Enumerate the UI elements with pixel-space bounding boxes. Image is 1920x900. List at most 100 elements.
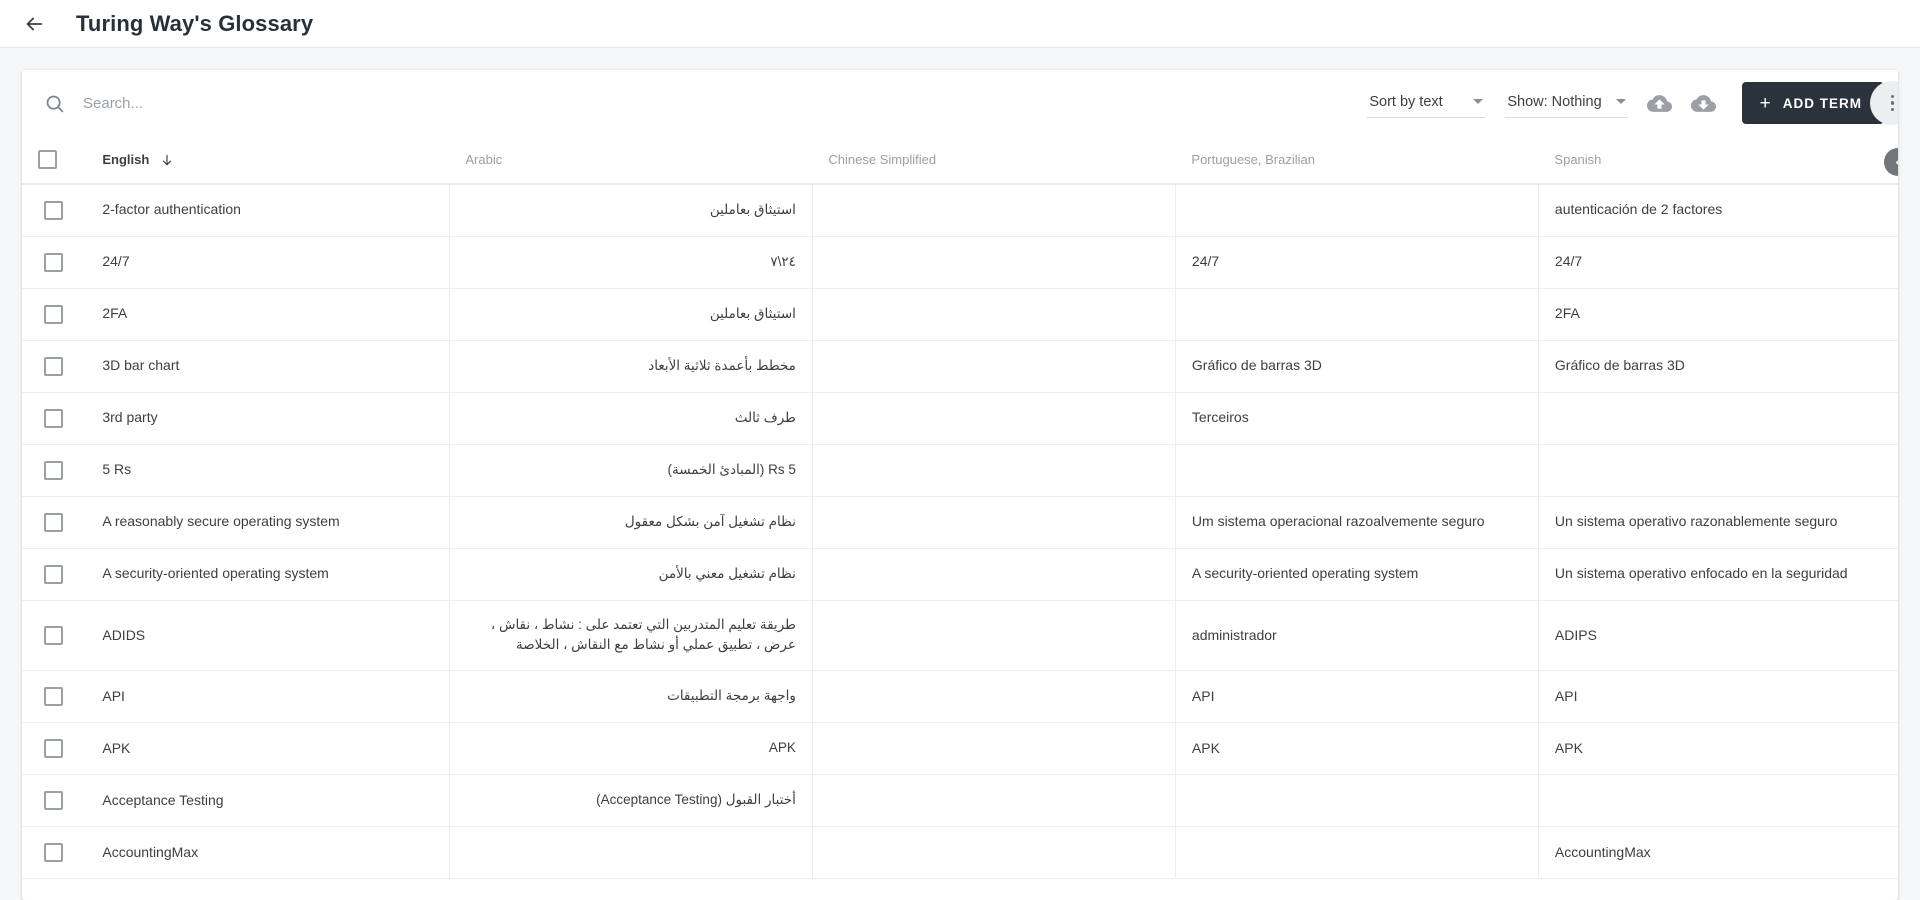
cell-portuguese[interactable] bbox=[1175, 826, 1539, 880]
search-box[interactable] bbox=[44, 93, 1358, 114]
table-row[interactable]: AccountingMax AccountingMax bbox=[22, 826, 1898, 880]
cell-arabic[interactable] bbox=[449, 826, 813, 880]
cell-arabic[interactable]: نظام تشغيل معني بالأمن bbox=[449, 548, 813, 601]
cell-chinese[interactable] bbox=[812, 548, 1176, 601]
column-header-arabic[interactable]: Arabic bbox=[449, 136, 813, 185]
row-checkbox[interactable] bbox=[44, 739, 63, 759]
cell-arabic[interactable]: APK bbox=[449, 722, 813, 776]
table-row[interactable]: 2FA استيثاق بعاملين 2FA bbox=[22, 288, 1898, 341]
table-row[interactable]: ADIDS طريقة تعليم المتدربين التي تعتمد عل… bbox=[22, 600, 1898, 672]
cell-spanish[interactable]: APK bbox=[1538, 722, 1898, 776]
cell-portuguese[interactable]: Gráfico de barras 3D bbox=[1175, 340, 1539, 393]
table-row[interactable]: APK APK APK APK bbox=[22, 722, 1898, 776]
cell-english[interactable]: 3D bar chart bbox=[86, 340, 450, 393]
cell-spanish[interactable]: autenticación de 2 factores bbox=[1538, 184, 1898, 237]
cell-spanish[interactable] bbox=[1538, 444, 1898, 497]
table-row[interactable]: A security-oriented operating system نظام… bbox=[22, 548, 1898, 601]
cell-portuguese[interactable] bbox=[1175, 444, 1539, 497]
cell-spanish[interactable] bbox=[1538, 774, 1898, 828]
cell-spanish[interactable]: 2FA bbox=[1538, 288, 1898, 341]
cell-arabic[interactable]: طرف ثالث bbox=[449, 392, 813, 445]
row-checkbox[interactable] bbox=[44, 460, 63, 480]
cell-portuguese[interactable]: A security-oriented operating system bbox=[1175, 548, 1539, 601]
cell-spanish[interactable] bbox=[1538, 392, 1898, 445]
cell-english[interactable]: ADIDS bbox=[86, 600, 450, 672]
cell-english[interactable]: A reasonably secure operating system bbox=[86, 496, 450, 549]
cell-chinese[interactable] bbox=[812, 826, 1176, 880]
cell-portuguese[interactable]: API bbox=[1175, 670, 1539, 724]
search-input[interactable] bbox=[83, 94, 1358, 112]
cell-english[interactable]: 24/7 bbox=[86, 236, 450, 289]
cell-chinese[interactable] bbox=[812, 670, 1176, 724]
cell-spanish[interactable]: ADIPS bbox=[1538, 600, 1898, 672]
row-checkbox[interactable] bbox=[44, 564, 63, 584]
cell-english[interactable]: Acceptance Testing bbox=[86, 774, 450, 828]
cell-portuguese[interactable] bbox=[1175, 184, 1539, 237]
cell-english[interactable]: 2FA bbox=[86, 288, 450, 341]
cell-english[interactable]: 5 Rs bbox=[86, 444, 450, 497]
cell-chinese[interactable] bbox=[812, 340, 1176, 393]
table-row[interactable]: A reasonably secure operating system نظام… bbox=[22, 496, 1898, 549]
cell-chinese[interactable] bbox=[812, 496, 1176, 549]
row-checkbox[interactable] bbox=[44, 356, 63, 376]
table-row[interactable]: 3rd party طرف ثالث Terceiros bbox=[22, 392, 1898, 445]
sort-by-select[interactable]: Sort by text bbox=[1367, 89, 1486, 118]
row-checkbox[interactable] bbox=[44, 408, 63, 428]
cell-arabic[interactable]: استيثاق بعاملين bbox=[449, 288, 813, 341]
cell-portuguese[interactable]: administrador bbox=[1175, 600, 1539, 672]
cell-spanish[interactable]: Un sistema operativo enfocado en la segu… bbox=[1538, 548, 1898, 601]
table-row[interactable]: API واجهة برمجة التطبيقات API API bbox=[22, 670, 1898, 724]
cell-arabic[interactable]: استيثاق بعاملين bbox=[449, 184, 813, 237]
row-checkbox[interactable] bbox=[44, 687, 63, 707]
cell-arabic[interactable]: نظام تشغيل آمن بشكل معقول bbox=[449, 496, 813, 549]
cell-arabic[interactable]: واجهة برمجة التطبيقات bbox=[449, 670, 813, 724]
cell-arabic[interactable]: أختبار القبول (Acceptance Testing) bbox=[449, 774, 813, 828]
row-checkbox[interactable] bbox=[44, 200, 63, 220]
cell-chinese[interactable] bbox=[812, 392, 1176, 445]
table-scroll-region[interactable]: English Arabic Chinese Simplified Portug… bbox=[22, 136, 1898, 900]
row-checkbox[interactable] bbox=[44, 625, 63, 645]
table-row[interactable]: 5 Rs 5 Rs (المبادئ الخمسة) bbox=[22, 444, 1898, 497]
cell-arabic[interactable]: طريقة تعليم المتدربين التي تعتمد على : ن… bbox=[449, 600, 813, 672]
row-checkbox[interactable] bbox=[44, 843, 63, 863]
add-term-button[interactable]: + ADD TERM bbox=[1741, 82, 1884, 124]
cell-chinese[interactable] bbox=[812, 600, 1176, 672]
cell-chinese[interactable] bbox=[812, 722, 1176, 776]
cell-arabic[interactable]: 5 Rs (المبادئ الخمسة) bbox=[449, 444, 813, 497]
table-row[interactable]: 3D bar chart مخطط بأعمدة ثلاثية الأبعاد Gr… bbox=[22, 340, 1898, 393]
column-header-english[interactable]: English bbox=[86, 136, 450, 185]
cell-english[interactable]: AccountingMax bbox=[86, 826, 450, 880]
table-row[interactable]: 24/7 ٢٤\٧ 24/7 24/7 bbox=[22, 236, 1898, 289]
cell-portuguese[interactable] bbox=[1175, 288, 1539, 341]
cell-arabic[interactable]: ٢٤\٧ bbox=[449, 236, 813, 289]
cell-english[interactable]: APK bbox=[86, 722, 450, 776]
cell-english[interactable]: API bbox=[86, 670, 450, 724]
cell-spanish[interactable]: Gráfico de barras 3D bbox=[1538, 340, 1898, 393]
back-button[interactable] bbox=[14, 4, 54, 44]
cell-portuguese[interactable] bbox=[1175, 774, 1539, 828]
cell-english[interactable]: 3rd party bbox=[86, 392, 450, 445]
select-all-checkbox[interactable] bbox=[38, 150, 57, 169]
show-filter-select[interactable]: Show: Nothing bbox=[1505, 89, 1628, 118]
cell-chinese[interactable] bbox=[812, 444, 1176, 497]
row-checkbox[interactable] bbox=[44, 512, 63, 532]
cell-arabic[interactable]: مخطط بأعمدة ثلاثية الأبعاد bbox=[449, 340, 813, 393]
table-row[interactable]: 2-factor authentication استيثاق بعاملين au… bbox=[22, 184, 1898, 237]
cell-portuguese[interactable]: 24/7 bbox=[1175, 236, 1539, 289]
cell-spanish[interactable]: Un sistema operativo razonablemente segu… bbox=[1538, 496, 1898, 549]
column-header-spanish[interactable]: Spanish bbox=[1538, 136, 1898, 185]
cell-spanish[interactable]: 24/7 bbox=[1538, 236, 1898, 289]
cell-chinese[interactable] bbox=[812, 184, 1176, 237]
cell-spanish[interactable]: AccountingMax bbox=[1538, 826, 1898, 880]
cell-chinese[interactable] bbox=[812, 774, 1176, 828]
row-checkbox[interactable] bbox=[44, 304, 63, 324]
column-header-portuguese-brazilian[interactable]: Portuguese, Brazilian bbox=[1175, 136, 1539, 185]
cell-portuguese[interactable]: APK bbox=[1175, 722, 1539, 776]
cell-chinese[interactable] bbox=[812, 288, 1176, 341]
row-checkbox[interactable] bbox=[44, 252, 63, 272]
upload-button[interactable] bbox=[1638, 81, 1682, 125]
table-row[interactable]: Acceptance Testing أختبار القبول (Accepta… bbox=[22, 774, 1898, 828]
cell-chinese[interactable] bbox=[812, 236, 1176, 289]
cell-english[interactable]: 2-factor authentication bbox=[86, 184, 450, 237]
cell-portuguese[interactable]: Terceiros bbox=[1175, 392, 1539, 445]
